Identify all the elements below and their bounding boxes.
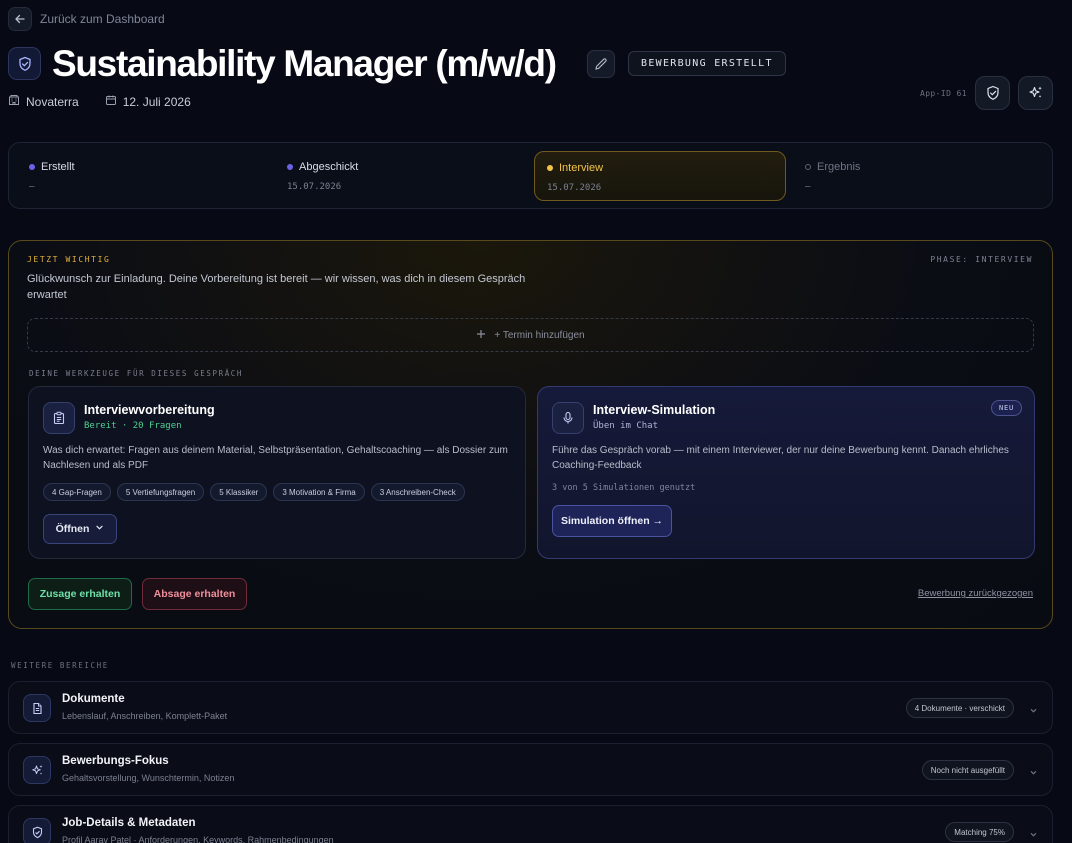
next-steps-panel: JETZT WICHTIG PHASE: INTERVIEW Glückwuns… xyxy=(8,240,1053,629)
step-ergebnis[interactable]: Ergebnis — xyxy=(793,151,1033,201)
progress-stepper: Erstellt — Abgeschickt 15.07.2026 Interv… xyxy=(8,142,1053,209)
clipboard-icon xyxy=(43,402,75,434)
card-title: Interview-Simulation xyxy=(593,403,716,417)
chip[interactable]: 4 Gap-Fragen xyxy=(43,483,111,501)
interview-simulation-card: Interview-Simulation Üben im Chat NEU Fü… xyxy=(537,386,1035,559)
new-badge: NEU xyxy=(990,400,1022,416)
building-icon xyxy=(8,94,20,109)
accept-received-button[interactable]: Zusage erhalten xyxy=(28,578,132,610)
sparkle-icon xyxy=(1028,86,1042,98)
chevron-down-icon[interactable] xyxy=(1029,764,1038,782)
add-appointment-button[interactable]: + Termin hinzufügen xyxy=(27,318,1034,352)
arrow-left-icon[interactable] xyxy=(8,7,32,31)
step-date: — xyxy=(805,182,811,192)
section-title: Job-Details & Metadaten xyxy=(62,817,196,829)
chevron-down-icon xyxy=(95,523,104,535)
document-icon xyxy=(23,694,51,722)
chevron-down-icon[interactable] xyxy=(1029,702,1038,720)
step-label: Interview xyxy=(559,162,604,174)
question-chips: 4 Gap-Fragen 5 Vertiefungsfragen 5 Klass… xyxy=(43,483,465,501)
section-bewerbungs-fokus[interactable]: Bewerbungs-Fokus Gehaltsvorstellung, Wun… xyxy=(8,743,1053,796)
open-simulation-button[interactable]: Simulation öffnen → xyxy=(552,505,672,537)
created-date: 12. Juli 2026 xyxy=(122,94,191,109)
microphone-icon xyxy=(552,402,584,434)
panel-kicker: JETZT WICHTIG xyxy=(27,255,111,264)
step-date: 15.07.2026 xyxy=(547,183,602,193)
card-status: Üben im Chat xyxy=(593,421,659,431)
card-status: Bereit · 20 Fragen xyxy=(84,421,182,431)
section-subtitle: Gehaltsvorstellung, Wunschtermin, Notize… xyxy=(62,773,235,783)
back-link[interactable]: Zurück zum Dashboard xyxy=(8,7,165,31)
shield-icon xyxy=(23,818,51,843)
section-badge: 4 Dokumente · verschickt xyxy=(905,698,1014,718)
section-badge: Matching 75% xyxy=(945,822,1014,842)
step-erstellt[interactable]: Erstellt — xyxy=(17,151,257,201)
step-date: 15.07.2026 xyxy=(287,182,342,192)
plus-icon xyxy=(476,329,486,342)
page-title: Sustainability Manager (m/w/d) xyxy=(52,43,557,84)
phase-label: PHASE: INTERVIEW xyxy=(930,255,1033,264)
section-title: Bewerbungs-Fokus xyxy=(62,755,169,767)
step-date: — xyxy=(29,182,35,192)
chip[interactable]: 3 Anschreiben-Check xyxy=(370,483,465,501)
simulation-usage: 3 von 5 Simulationen genutzt xyxy=(552,483,696,493)
section-title: Dokumente xyxy=(62,693,125,705)
section-badge: Noch nicht ausgefüllt xyxy=(921,760,1014,780)
step-interview[interactable]: Interview 15.07.2026 xyxy=(534,151,786,201)
interview-prep-card: Interviewvorbereitung Bereit · 20 Fragen… xyxy=(28,386,526,559)
chip[interactable]: 5 Klassiker xyxy=(210,483,268,501)
rejection-received-button[interactable]: Absage erhalten xyxy=(142,578,247,610)
step-dot xyxy=(29,164,35,170)
section-subtitle: Profil Aarav Patel · Anforderungen, Keyw… xyxy=(62,835,334,843)
header-meta: Novaterra 12. Juli 2026 xyxy=(8,94,217,109)
ai-assist-button[interactable] xyxy=(1018,76,1053,110)
open-label: Öffnen xyxy=(55,523,90,535)
add-appointment-label: + Termin hinzufügen xyxy=(494,329,585,341)
back-label[interactable]: Zurück zum Dashboard xyxy=(40,12,165,26)
sparkle-icon xyxy=(23,756,51,784)
pencil-icon xyxy=(595,58,607,70)
shield-icon xyxy=(8,47,41,80)
card-description: Führe das Gespräch vorab — mit einem Int… xyxy=(552,445,1009,471)
more-sections-heading: WEITERE BEREICHE xyxy=(11,661,109,670)
panel-message: Glückwunsch zur Einladung. Deine Vorbere… xyxy=(27,273,526,301)
chevron-down-icon[interactable] xyxy=(1029,826,1038,843)
step-dot xyxy=(287,164,293,170)
status-badge: BEWERBUNG ERSTELLT xyxy=(628,51,786,76)
section-subtitle: Lebenslauf, Anschreiben, Komplett-Paket xyxy=(62,711,228,721)
step-dot xyxy=(805,164,811,170)
withdraw-link[interactable]: Bewerbung zurückgezogen xyxy=(918,588,1033,599)
step-dot xyxy=(547,165,553,171)
shield-icon xyxy=(986,85,999,100)
step-label: Abgeschickt xyxy=(299,161,359,173)
step-label: Erstellt xyxy=(41,161,75,173)
chip[interactable]: 5 Vertiefungsfragen xyxy=(116,483,205,501)
step-abgeschickt[interactable]: Abgeschickt 15.07.2026 xyxy=(275,151,515,201)
card-description: Was dich erwartet: Fragen aus deinem Mat… xyxy=(43,445,508,471)
calendar-icon xyxy=(105,94,117,109)
step-label: Ergebnis xyxy=(817,161,861,173)
open-button[interactable]: Öffnen xyxy=(43,514,117,544)
card-title: Interviewvorbereitung xyxy=(84,403,215,417)
section-job-details[interactable]: Job-Details & Metadaten Profil Aarav Pat… xyxy=(8,805,1053,843)
edit-button[interactable] xyxy=(587,50,615,78)
verify-button[interactable] xyxy=(975,76,1010,110)
tools-heading: DEINE WERKZEUGE FÜR DIESES GESPRÄCH xyxy=(29,369,244,378)
chip[interactable]: 3 Motivation & Firma xyxy=(273,483,365,501)
app-id: App-ID 61 xyxy=(920,89,967,98)
section-dokumente[interactable]: Dokumente Lebenslauf, Anschreiben, Kompl… xyxy=(8,681,1053,734)
company-name: Novaterra xyxy=(26,94,79,109)
